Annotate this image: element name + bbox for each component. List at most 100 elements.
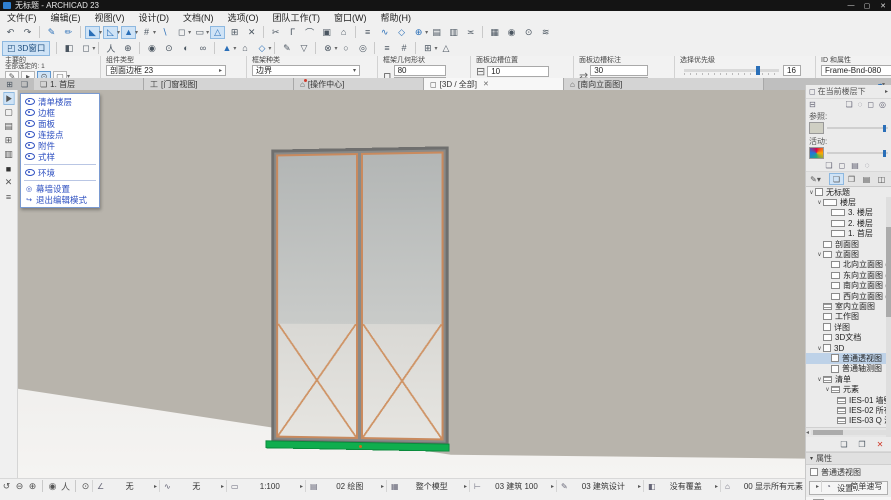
tab-first-floor[interactable]: ❏ 1. 首层 <box>34 78 144 90</box>
priority-value-input[interactable]: 16 <box>783 65 801 76</box>
door-panel-lower-right[interactable] <box>362 324 442 439</box>
tab-3d-all[interactable]: ◻ [3D / 全部] ✕ <box>424 78 564 90</box>
trace-add-icon[interactable]: ❏ <box>845 100 852 109</box>
tab-action-center[interactable]: ⌂ [操作中心] <box>294 78 424 90</box>
window-grid-icon[interactable]: ⊞ <box>420 42 435 55</box>
zoom-out-icon[interactable]: ⊖ <box>13 480 26 492</box>
diamond-icon[interactable]: ◇ <box>394 26 409 39</box>
scene-icon[interactable]: ⌂ <box>237 42 252 55</box>
menu-file[interactable]: 文件(F) <box>0 11 44 24</box>
menu-window[interactable]: 窗口(W) <box>327 11 374 24</box>
chevron-right-icon[interactable]: ▸ <box>885 88 888 95</box>
wave-icon[interactable]: ∿ <box>377 26 392 39</box>
trace-opt3-icon[interactable]: ▤ <box>851 161 859 170</box>
menu-help[interactable]: 帮助(H) <box>374 11 419 24</box>
display-item-pattern[interactable]: 式样 <box>21 151 99 162</box>
capsule-icon[interactable]: ▭ <box>192 26 207 39</box>
frame-class-select[interactable]: 边界 ▾ <box>252 65 360 76</box>
quick-option-graphic-override[interactable]: ◧ 没有覆盖 ▸ <box>643 480 720 492</box>
picture-icon[interactable]: ▣ <box>319 26 334 39</box>
quick-option-snap[interactable]: ∠ 无 ▸ <box>92 480 159 492</box>
trace-opt4-icon[interactable]: ◌ <box>865 161 870 170</box>
zoom-icon[interactable]: ⊙ <box>521 26 536 39</box>
hash-icon[interactable]: # <box>396 42 411 55</box>
trace-switch-icon[interactable]: ⊟ <box>809 100 816 109</box>
delete-item-icon[interactable]: ✕ <box>874 439 886 449</box>
align-icon[interactable]: ≡ <box>360 26 375 39</box>
pen-icon[interactable]: ✎ <box>44 26 59 39</box>
zoom-in-icon[interactable]: ⊕ <box>26 480 39 492</box>
trim-icon[interactable]: ✂ <box>268 26 283 39</box>
mesh-icon[interactable]: ≋ <box>538 26 553 39</box>
publisher-tab[interactable]: ◫ <box>874 173 889 185</box>
curtain-wall-settings[interactable]: ◎ 幕墙设置 <box>21 183 99 194</box>
component-type-select[interactable]: 剖面边框 23 ▸ <box>106 65 226 76</box>
trace-opt1-icon[interactable]: ❏ <box>825 161 832 170</box>
explore-icon[interactable]: ⊕ <box>120 42 135 55</box>
tree-item-story3[interactable]: 3. 楼层 <box>806 208 891 218</box>
preview-eye-icon[interactable]: ◉ <box>46 480 59 492</box>
tree-item-north-elevation[interactable]: 北向立面图 (自动重建) <box>806 260 891 270</box>
walk-icon[interactable]: 人 <box>103 42 118 55</box>
ramp-tool-icon[interactable]: ▲ <box>121 25 137 39</box>
door-frame[interactable] <box>271 146 449 446</box>
shadow-icon[interactable]: ◐ <box>178 42 193 55</box>
arrow-tool[interactable]: ▶ <box>2 92 15 105</box>
junction-tool[interactable]: ■ <box>2 162 16 175</box>
grid-snap-icon[interactable]: # <box>139 26 154 39</box>
fit-view-icon[interactable]: ⊙ <box>79 480 92 492</box>
ring-icon[interactable]: ◎ <box>355 42 370 55</box>
schedule-icon[interactable]: ▦ <box>487 26 502 39</box>
display-item-panel[interactable]: 面板 <box>21 118 99 129</box>
equal-icon[interactable]: ≍ <box>463 26 478 39</box>
trace-more-icon[interactable]: ◎ <box>879 100 886 109</box>
id-input[interactable]: Frame-Bnd-080 <box>821 65 891 76</box>
tree-item-3d[interactable]: ∨ 3D <box>806 343 891 353</box>
trace-reference-header[interactable]: ◻ 在当前楼层下 ▸ <box>806 85 891 99</box>
priority-slider[interactable] <box>684 66 779 75</box>
new-folder-icon[interactable]: ❏ <box>838 439 850 449</box>
minimize-button[interactable]: — <box>843 0 859 11</box>
properties-header[interactable]: ▾ 属性 <box>806 452 891 465</box>
accessory-tool[interactable]: ✕ <box>2 176 16 189</box>
undo-icon[interactable]: ↶ <box>3 26 18 39</box>
panel-inset-input[interactable]: 10 <box>487 66 550 77</box>
open-folder-icon[interactable]: ❐ <box>856 439 868 449</box>
tree-item-elevations[interactable]: ∨ 立面图 <box>806 249 891 259</box>
tree-item-interior-elevations[interactable]: 室内立面图 <box>806 301 891 311</box>
tree-item-west-elevation[interactable]: 西向立面图 (自动重建) <box>806 291 891 301</box>
title-bar[interactable]: 无标题 - ARCHICAD 23 — ▢ ✕ <box>0 0 891 11</box>
active-color-swatch[interactable] <box>809 147 824 159</box>
tree-item-south-elevation[interactable]: 南向立面图 (自动重建) <box>806 281 891 291</box>
scroll-left-icon[interactable]: ◂ <box>806 429 809 436</box>
sketch-icon[interactable]: ▽ <box>296 42 311 55</box>
triangle-icon[interactable]: △ <box>438 42 453 55</box>
menu-teamwork[interactable]: 团队工作(T) <box>266 11 328 24</box>
orbit-icon[interactable]: ◧ <box>61 42 76 55</box>
active-opacity-slider[interactable] <box>827 150 888 157</box>
tab-close-icon[interactable]: ✕ <box>483 80 489 88</box>
frame-tool[interactable]: ⊞ <box>2 134 16 147</box>
trace-opt2-icon[interactable]: ◻ <box>839 161 846 170</box>
project-map-tab[interactable]: ❏ <box>829 173 844 185</box>
table-icon[interactable]: ⊞ <box>227 26 242 39</box>
look-icon[interactable]: ◻ <box>78 42 93 55</box>
home-icon[interactable]: ⌂ <box>336 26 351 39</box>
tree-item-story2[interactable]: 2. 楼层 <box>806 218 891 228</box>
tree-item-stories[interactable]: ∨ 楼层 <box>806 197 891 207</box>
corner-icon[interactable]: Γ <box>285 26 300 39</box>
eye-icon[interactable] <box>25 169 35 176</box>
tree-item-elements[interactable]: ∨ 元素 <box>806 384 891 394</box>
display-item-frame[interactable]: 边框 <box>21 107 99 118</box>
scheme-tool[interactable]: ▤ <box>2 120 16 133</box>
target-icon[interactable]: ◉ <box>504 26 519 39</box>
maximize-button[interactable]: ▢ <box>859 0 875 11</box>
marquee-icon[interactable]: ◻ <box>174 26 189 39</box>
slope-tool-icon[interactable]: ◣ <box>85 25 100 39</box>
eye-icon[interactable] <box>25 131 35 138</box>
tree-item-worksheets[interactable]: 工作图 <box>806 312 891 322</box>
render-icon[interactable]: ◇ <box>254 42 269 55</box>
3d-window-button[interactable]: ◰ 3D窗口 <box>2 40 51 56</box>
walk-mode-icon[interactable]: 人 <box>59 480 72 492</box>
copy-view-icon[interactable]: ○ <box>338 42 353 55</box>
